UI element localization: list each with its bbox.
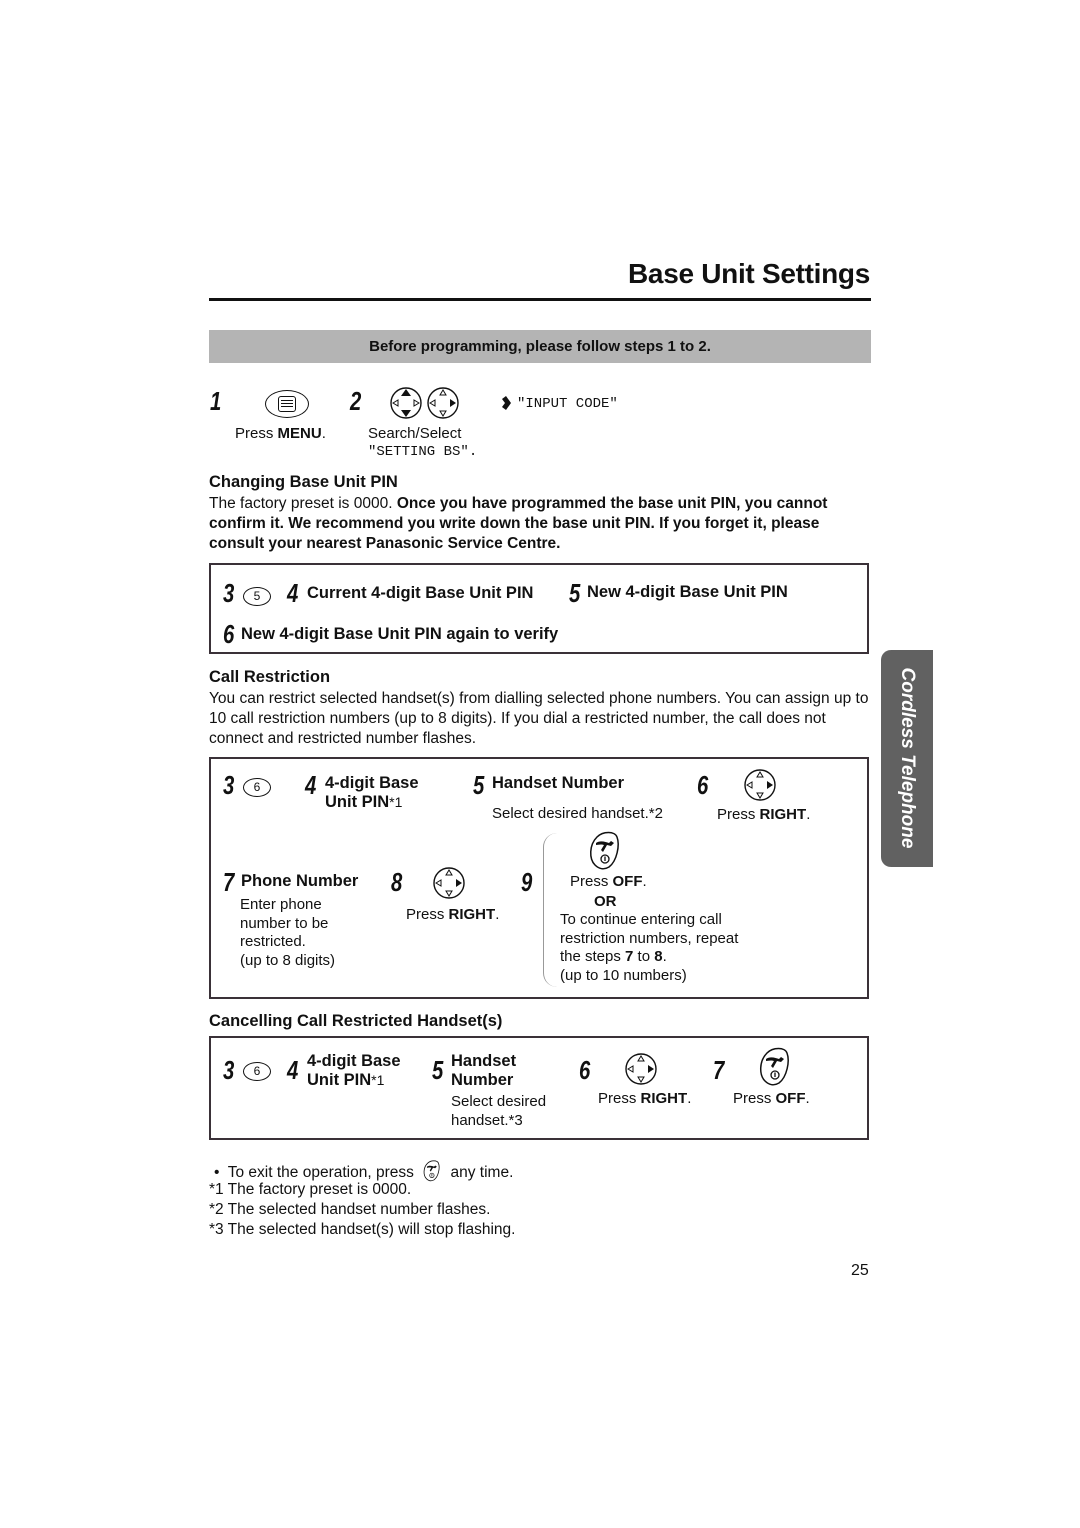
step-5-label: New 4-digit Base Unit PIN — [587, 583, 788, 601]
section-heading-changing-pin: Changing Base Unit PIN — [209, 473, 398, 491]
navigator-up-down-icon — [390, 387, 422, 419]
step-7-desc: Enter phone number to be restricted. (up… — [240, 896, 336, 969]
step-6-number: 6 — [223, 619, 235, 649]
title-rule — [209, 298, 871, 301]
section-side-tab: Cordless Telephone — [881, 650, 933, 867]
section-heading-call-restriction: Call Restriction — [209, 668, 331, 686]
key-5-icon: 5 — [243, 587, 271, 606]
bullet: • — [214, 1164, 220, 1181]
footnote-2: *2 The selected handset number flashes. — [209, 1201, 491, 1218]
navigator-right-icon — [433, 867, 465, 899]
step-5-number: 5 — [432, 1055, 444, 1085]
changing-pin-intro: The factory preset is 0000. Once you hav… — [209, 495, 828, 552]
step-5-label: Handset Number — [451, 1052, 517, 1089]
step-2-number: 2 — [350, 386, 362, 416]
step-6-label: Press RIGHT. — [598, 1090, 692, 1107]
step-1-number: 1 — [210, 386, 222, 416]
step-8-label: Press RIGHT. — [406, 906, 500, 923]
side-tab-label: Cordless Telephone — [897, 667, 918, 849]
navigator-right-icon — [625, 1053, 657, 1085]
menu-button-icon — [265, 390, 309, 418]
step-3-number: 3 — [223, 1055, 235, 1085]
step-7-label: Press OFF. — [733, 1090, 810, 1107]
prerequisite-banner: Before programming, please follow steps … — [209, 330, 871, 363]
step-6-number: 6 — [697, 770, 709, 800]
navigator-right-icon — [744, 769, 776, 801]
step-5-desc: Select desired handset.*2 — [492, 805, 663, 822]
step-2-label: Search/Select — [368, 425, 462, 442]
step-4-label: 4-digit Base Unit PIN*1 — [307, 1052, 401, 1089]
step-5-number: 5 — [569, 578, 581, 608]
display-input-code: "INPUT CODE" — [517, 396, 618, 412]
step-7-number: 7 — [223, 867, 235, 897]
page-title: Base Unit Settings — [628, 258, 870, 289]
banner-text: Before programming, please follow steps … — [369, 338, 711, 355]
key-6-icon: 6 — [243, 778, 271, 797]
step-4-label: Current 4-digit Base Unit PIN — [307, 584, 534, 602]
off-key-icon — [759, 1047, 789, 1086]
arrow-right-icon — [502, 396, 511, 410]
changing-pin-steps-box: 3 5 4 Current 4-digit Base Unit PIN 5 Ne… — [209, 563, 869, 654]
step-9-number: 9 — [521, 867, 533, 897]
step-6-label: Press RIGHT. — [717, 806, 811, 823]
footnote-3: *3 The selected handset(s) will stop fla… — [209, 1221, 516, 1238]
step-9-or: OR — [594, 893, 617, 910]
footnotes: *1 The factory preset is 0000. *2 The se… — [209, 1180, 515, 1240]
step-6-label: New 4-digit Base Unit PIN again to verif… — [241, 625, 559, 643]
step-8-number: 8 — [391, 867, 403, 897]
step-4-number: 4 — [287, 578, 299, 608]
step-7-label: Phone Number — [241, 872, 359, 890]
step-6-number: 6 — [579, 1055, 591, 1085]
call-restriction-steps-box: 3 6 4 4-digit Base Unit PIN*1 5 Handset … — [209, 757, 869, 999]
step-9-alt: To continue entering call restriction nu… — [560, 911, 739, 984]
step-4-number: 4 — [287, 1055, 299, 1085]
step-4-label: 4-digit Base Unit PIN*1 — [325, 774, 419, 811]
page-number: 25 — [851, 1262, 869, 1279]
display-setting-bs: "SETTING BS". — [368, 444, 478, 460]
step-5-label: Handset Number — [492, 774, 625, 792]
call-restriction-intro: You can restrict selected handset(s) fro… — [209, 690, 869, 747]
navigator-right-icon — [427, 387, 459, 419]
brace — [543, 833, 558, 987]
step-1-label: Press MENU. — [235, 425, 326, 442]
step-4-number: 4 — [305, 770, 317, 800]
step-3-number: 3 — [223, 578, 235, 608]
off-key-icon — [589, 831, 619, 870]
step-5-number: 5 — [473, 770, 485, 800]
footnote-1: *1 The factory preset is 0000. — [209, 1181, 412, 1198]
step-3-number: 3 — [223, 770, 235, 800]
section-heading-cancelling: Cancelling Call Restricted Handset(s) — [209, 1012, 503, 1030]
step-7-number: 7 — [713, 1055, 725, 1085]
step-9-press-off: Press OFF. — [570, 873, 647, 890]
key-6-icon: 6 — [243, 1062, 271, 1081]
step-5-desc: Select desired handset.*3 — [451, 1093, 547, 1129]
cancelling-steps-box: 3 6 4 4-digit Base Unit PIN*1 5 Handset … — [209, 1036, 869, 1140]
